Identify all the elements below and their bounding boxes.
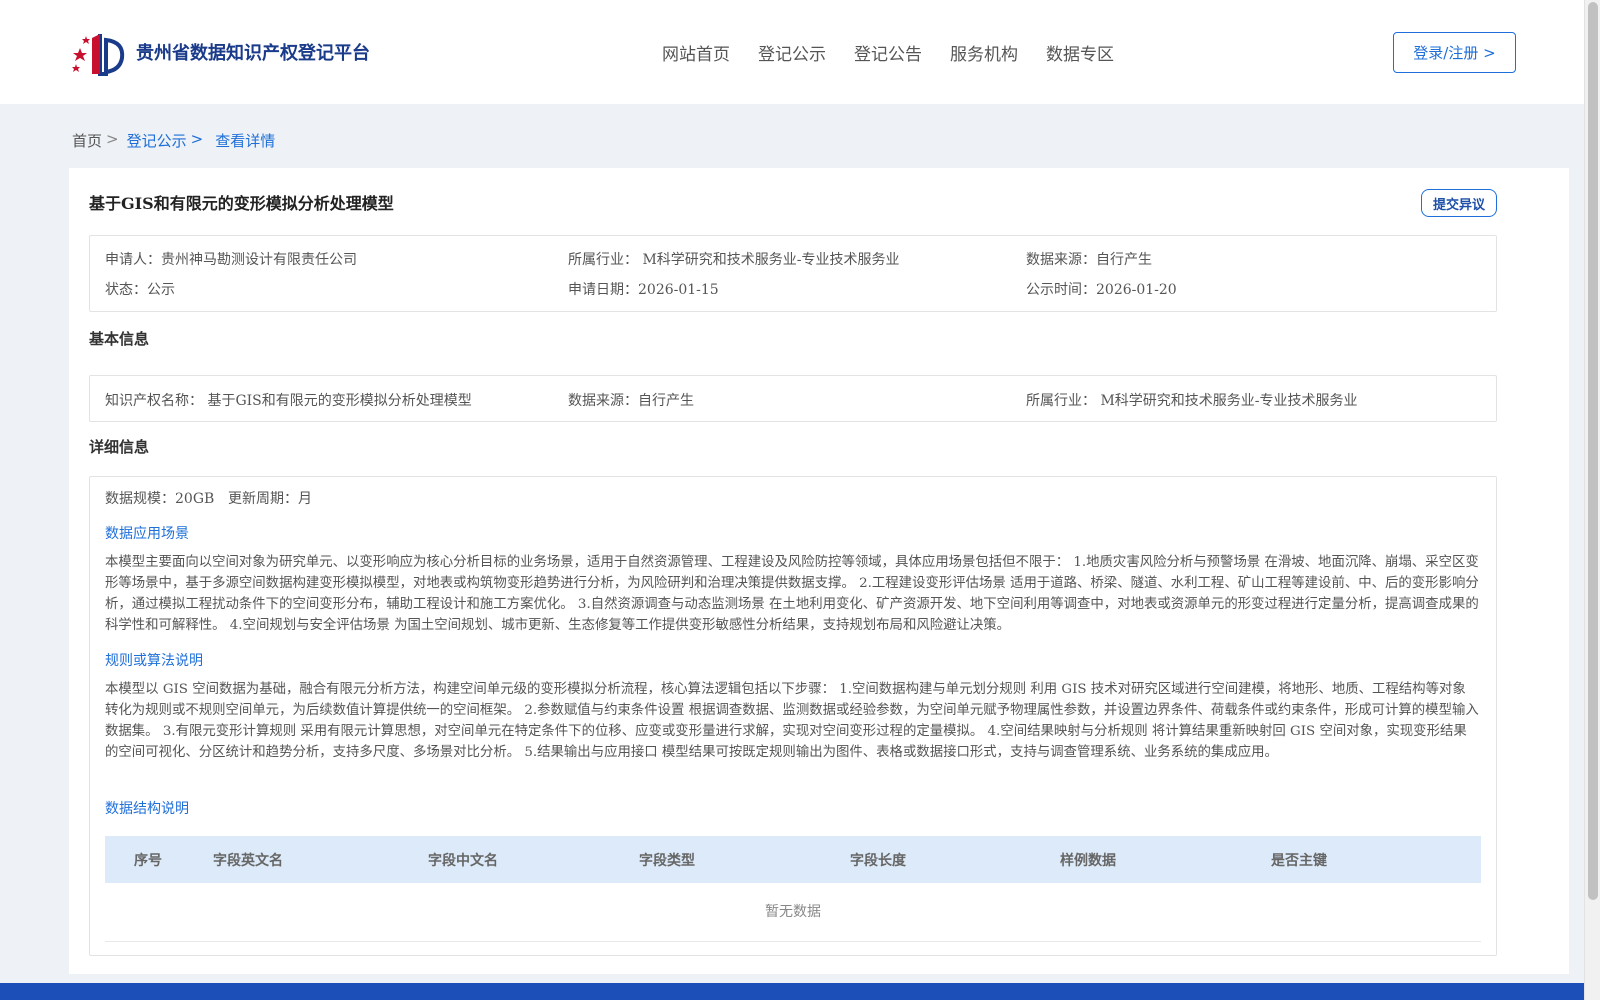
breadcrumb-current: 查看详情 <box>215 132 276 150</box>
breadcrumb-separator: > <box>106 130 119 148</box>
algorithm-heading: 规则或算法说明 <box>105 653 203 669</box>
source-field: 数据来源：自行产生 <box>1026 252 1152 268</box>
detail-info-heading: 详细信息 <box>89 438 150 456</box>
site-logo[interactable]: 贵州省数据知识产权登记平台 <box>70 26 370 78</box>
scrollbar-thumb[interactable] <box>1588 2 1598 900</box>
page-scrollbar[interactable] <box>1584 0 1600 1000</box>
column-header: 是否主键 <box>1271 853 1327 869</box>
nav-registration-notice[interactable]: 登记公示 <box>758 40 826 65</box>
footer-bar <box>0 983 1584 1000</box>
basic-info-panel: 知识产权名称： 基于GIS和有限元的变形模拟分析处理模型 数据来源：自行产生 所… <box>89 375 1497 422</box>
column-header: 序号 <box>134 853 162 869</box>
basic-industry-field: 所属行业： M科学研究和技术服务业-专业技术服务业 <box>1026 393 1358 409</box>
breadcrumb-home[interactable]: 首页 <box>72 130 102 151</box>
basic-info-heading: 基本信息 <box>89 330 150 348</box>
data-scale-field: 数据规模：20GB <box>105 491 215 507</box>
nav-service-agencies[interactable]: 服务机构 <box>950 40 1018 65</box>
login-register-button[interactable]: 登录/注册 > <box>1393 32 1516 73</box>
status-field: 状态：公示 <box>105 282 175 298</box>
basic-source-field: 数据来源：自行产生 <box>568 393 694 409</box>
column-header: 字段类型 <box>639 853 695 869</box>
column-header: 字段中文名 <box>428 853 498 869</box>
column-header: 样例数据 <box>1060 853 1116 869</box>
submit-objection-button[interactable]: 提交异议 <box>1421 189 1497 217</box>
ip-name-field: 知识产权名称： 基于GIS和有限元的变形模拟分析处理模型 <box>105 393 472 409</box>
application-scene-text: 本模型主要面向以空间对象为研究单元、以变形响应为核心分析目标的业务场景，适用于自… <box>105 555 1479 633</box>
data-structure-table-header: 序号 字段英文名 字段中文名 字段类型 字段长度 样例数据 是否主键 <box>105 836 1481 883</box>
application-scene-heading: 数据应用场景 <box>105 526 189 542</box>
nav-registration-announcement[interactable]: 登记公告 <box>854 40 922 65</box>
nav-data-zone[interactable]: 数据专区 <box>1046 40 1114 65</box>
column-header: 字段英文名 <box>213 853 283 869</box>
breadcrumb-separator: > <box>190 130 204 148</box>
algorithm-text: 本模型以 GIS 空间数据为基础，融合有限元分析方法，构建空间单元级的变形模拟分… <box>105 682 1479 760</box>
summary-panel: 申请人：贵州神马勘测设计有限责任公司 所属行业： M科学研究和技术服务业-专业技… <box>89 235 1497 312</box>
column-header: 字段长度 <box>850 853 906 869</box>
apply-date-field: 申请日期：2026-01-15 <box>568 282 719 298</box>
breadcrumb-registration-notice[interactable]: 登记公示 <box>127 130 187 151</box>
table-empty-state: 暂无数据 <box>105 883 1481 942</box>
breadcrumb: 首页 > 登记公示 > 查看详情 <box>72 130 275 151</box>
site-title: 贵州省数据知识产权登记平台 <box>136 43 370 64</box>
page-title: 基于GIS和有限元的变形模拟分析处理模型 <box>89 194 394 213</box>
top-header: 贵州省数据知识产权登记平台 网站首页 登记公示 登记公告 服务机构 数据专区 登… <box>0 0 1584 104</box>
logo-emblem-icon <box>70 26 130 78</box>
publish-date-field: 公示时间：2026-01-20 <box>1026 282 1177 298</box>
detail-info-panel: 数据规模：20GB 更新周期：月 数据应用场景 本模型主要面向以空间对象为研究单… <box>89 476 1497 956</box>
detail-card: 基于GIS和有限元的变形模拟分析处理模型 提交异议 申请人：贵州神马勘测设计有限… <box>69 168 1569 974</box>
nav-home[interactable]: 网站首页 <box>662 40 730 65</box>
update-cycle-field: 更新周期：月 <box>228 491 312 507</box>
applicant-field: 申请人：贵州神马勘测设计有限责任公司 <box>105 252 357 268</box>
main-nav: 网站首页 登记公示 登记公告 服务机构 数据专区 <box>662 40 1142 65</box>
data-structure-heading: 数据结构说明 <box>105 801 189 817</box>
industry-field: 所属行业： M科学研究和技术服务业-专业技术服务业 <box>568 252 900 268</box>
